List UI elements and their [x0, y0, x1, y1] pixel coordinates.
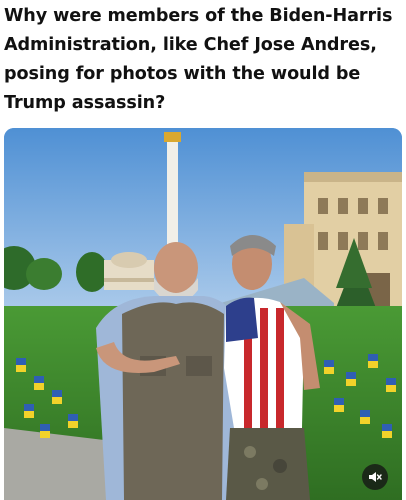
- post-photo[interactable]: [4, 128, 402, 500]
- mute-button[interactable]: [362, 464, 388, 490]
- post-headline: Why were members of the Biden-Harris Adm…: [4, 6, 393, 113]
- social-post: Why were members of the Biden-Harris Adm…: [0, 0, 406, 500]
- photo-scene: [4, 128, 402, 500]
- speaker-muted-icon: [369, 472, 382, 482]
